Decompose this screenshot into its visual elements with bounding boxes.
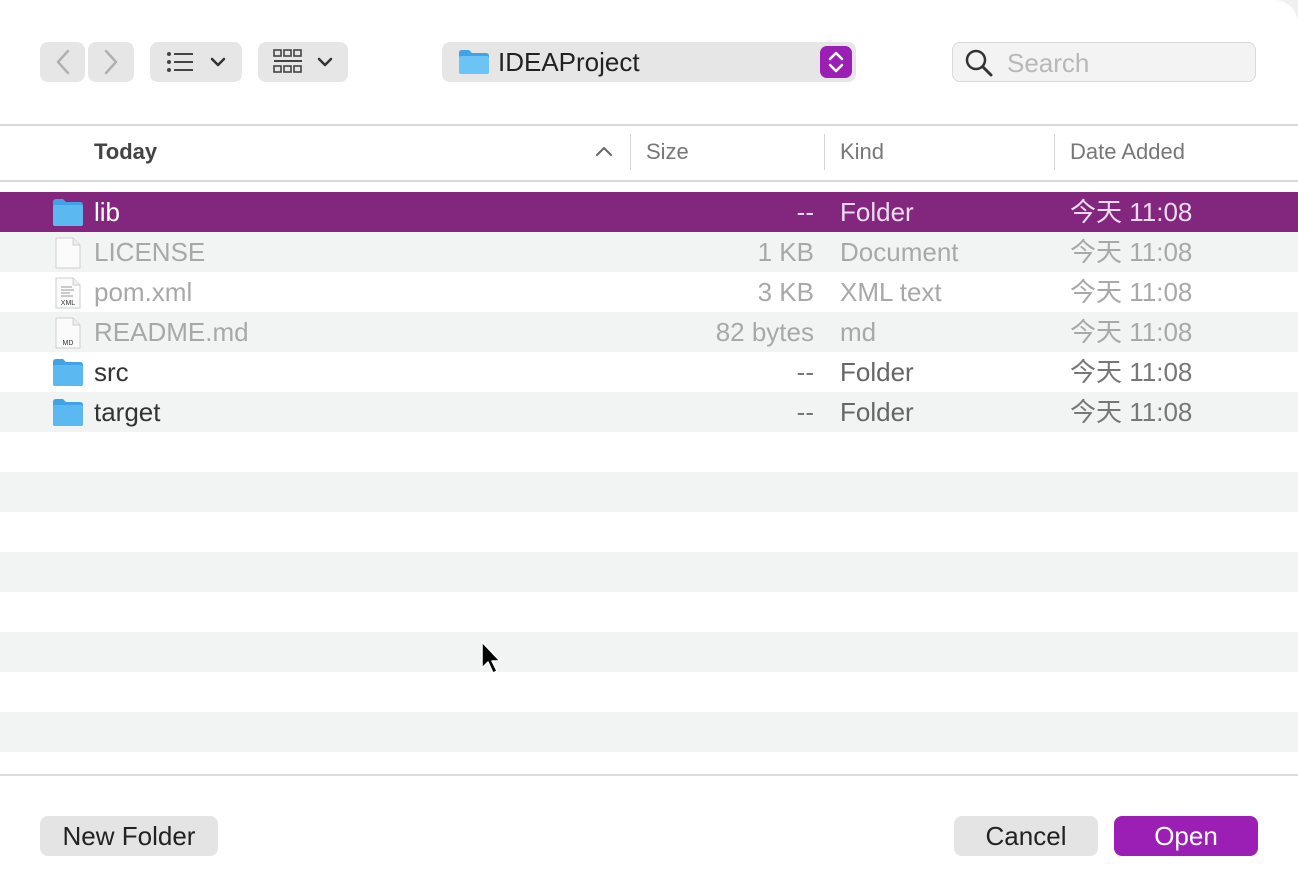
file-date-added: 今天 11:08 <box>1070 317 1193 347</box>
file-name: src <box>94 357 129 387</box>
list-view-icon <box>167 52 193 72</box>
search-field[interactable] <box>952 42 1256 82</box>
search-input[interactable] <box>1005 47 1249 79</box>
file-name: lib <box>94 197 121 227</box>
svg-text:XML: XML <box>61 300 76 307</box>
new-folder-button[interactable]: New Folder <box>40 816 218 856</box>
file-size: -- <box>796 197 814 227</box>
chevron-down-icon <box>317 57 333 67</box>
column-header-name[interactable]: Today <box>94 139 157 165</box>
forward-button[interactable] <box>88 42 134 82</box>
mouse-pointer-icon <box>481 641 501 674</box>
file-kind: md <box>840 317 877 347</box>
file-row[interactable]: src -- Folder 今天 11:08 <box>0 352 1298 392</box>
file-name: target <box>94 397 161 427</box>
gallery-grid-icon <box>273 49 302 73</box>
md-file-icon: MD <box>52 317 84 349</box>
folder-icon <box>52 397 84 427</box>
up-down-chevron-icon <box>828 51 844 73</box>
column-header-kind[interactable]: Kind <box>840 139 884 165</box>
file-kind: XML text <box>840 277 942 307</box>
header-divider <box>0 180 1298 182</box>
column-header: Today Size Kind Date Added <box>0 126 1298 180</box>
folder-icon <box>52 357 84 387</box>
file-kind: Folder <box>840 357 914 387</box>
list-view-button[interactable] <box>150 42 242 82</box>
location-popup[interactable]: IDEAProject <box>442 42 856 82</box>
empty-row <box>0 512 1298 552</box>
file-row[interactable]: LICENSE 1 KB Document 今天 11:08 <box>0 232 1298 272</box>
column-separator[interactable] <box>630 134 631 170</box>
file-row[interactable]: MD README.md 82 bytes md 今天 11:08 <box>0 312 1298 352</box>
file-date-added: 今天 11:08 <box>1070 277 1193 307</box>
document-icon <box>52 237 84 269</box>
empty-row <box>0 472 1298 512</box>
footer: New Folder Cancel Open <box>0 776 1298 896</box>
file-kind: Folder <box>840 397 914 427</box>
folder-icon <box>52 197 84 227</box>
svg-text:MD: MD <box>63 340 74 347</box>
file-name: LICENSE <box>94 237 206 267</box>
open-file-dialog: IDEAProject Today Size Kind Date Added <box>0 0 1298 896</box>
file-size: 3 KB <box>757 277 814 307</box>
file-list: lib -- Folder 今天 11:08 LICENSE 1 KB Document 今天… <box>0 192 1298 774</box>
file-date-added: 今天 11:08 <box>1070 397 1193 427</box>
column-separator[interactable] <box>1054 134 1055 170</box>
file-size: 1 KB <box>757 237 814 267</box>
empty-row <box>0 592 1298 632</box>
empty-row <box>0 432 1298 472</box>
folder-icon <box>459 50 489 74</box>
file-date-added: 今天 11:08 <box>1070 357 1193 387</box>
chevron-down-icon <box>210 57 226 67</box>
file-row[interactable]: target -- Folder 今天 11:08 <box>0 392 1298 432</box>
column-header-size[interactable]: Size <box>646 139 689 165</box>
file-date-added: 今天 11:08 <box>1070 237 1193 267</box>
empty-row <box>0 632 1298 672</box>
file-kind: Folder <box>840 197 914 227</box>
column-header-date-added[interactable]: Date Added <box>1070 139 1185 165</box>
chevron-right-icon <box>104 49 118 75</box>
search-icon <box>965 49 993 77</box>
file-date-added: 今天 11:08 <box>1070 197 1193 227</box>
group-view-button[interactable] <box>258 42 348 82</box>
file-size: -- <box>796 357 814 387</box>
empty-row <box>0 552 1298 592</box>
file-size: -- <box>796 397 814 427</box>
empty-row <box>0 672 1298 712</box>
toolbar: IDEAProject <box>0 0 1298 124</box>
column-separator[interactable] <box>824 134 825 170</box>
chevron-left-icon <box>56 49 69 75</box>
empty-row <box>0 712 1298 752</box>
sort-ascending-icon[interactable] <box>595 145 613 157</box>
file-name: README.md <box>94 317 249 347</box>
back-button[interactable] <box>40 42 85 82</box>
file-kind: Document <box>840 237 959 267</box>
cancel-button[interactable]: Cancel <box>954 816 1098 856</box>
file-size: 82 bytes <box>715 317 814 347</box>
file-row[interactable]: XML pom.xml 3 KB XML text 今天 11:08 <box>0 272 1298 312</box>
location-stepper[interactable] <box>820 46 852 78</box>
open-button[interactable]: Open <box>1114 816 1258 856</box>
location-name: IDEAProject <box>498 47 640 77</box>
file-name: pom.xml <box>94 277 193 307</box>
xml-file-icon: XML <box>52 277 84 309</box>
file-row[interactable]: lib -- Folder 今天 11:08 <box>0 192 1298 232</box>
